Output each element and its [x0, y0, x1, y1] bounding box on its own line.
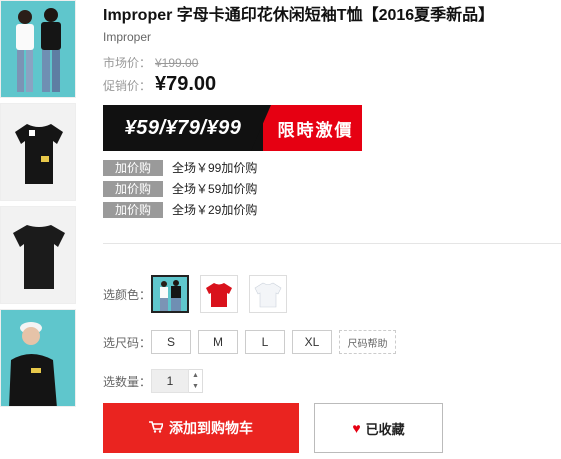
color-selector: 选颜色：	[103, 275, 298, 313]
cart-icon	[149, 420, 165, 436]
promo-price: ¥79.00	[155, 73, 217, 95]
add-to-cart-label: 添加到购物车	[169, 420, 253, 436]
addon-item[interactable]: 加价购 全场￥99加价购	[103, 157, 561, 178]
promo-price-row: 促销价： ¥79.00	[103, 73, 561, 96]
favorite-label: 已收藏	[365, 421, 405, 437]
color-swatch-red[interactable]	[200, 275, 238, 313]
quantity-label: 选数量：	[103, 374, 152, 389]
promo-price-label: 促销价：	[103, 79, 152, 93]
divider	[103, 243, 561, 244]
addon-item[interactable]: 加价购 全场￥59加价购	[103, 178, 561, 199]
chevron-down-icon[interactable]: ▼	[189, 381, 202, 392]
size-label: 选尺码：	[103, 335, 152, 350]
color-swatch-model-photo[interactable]	[151, 275, 189, 313]
quantity-stepper: 1 ▲ ▼	[151, 369, 203, 393]
addon-list: 加价购 全场￥99加价购 加价购 全场￥59加价购 加价购 全场￥29加价购	[103, 157, 561, 220]
thumbnail-list	[0, 0, 76, 412]
size-option-xl[interactable]: XL	[292, 330, 332, 354]
heart-icon: ♥	[352, 420, 361, 436]
addon-text: 全场￥29加价购	[172, 203, 258, 217]
product-page: Improper 字母卡通印花休闲短袖T恤【2016夏季新品】 Improper…	[0, 0, 561, 459]
quantity-arrows: ▲ ▼	[189, 369, 203, 393]
color-label: 选颜色：	[103, 287, 152, 302]
addon-tag: 加价购	[103, 180, 163, 197]
market-price-label: 市场价：	[103, 56, 152, 70]
thumbnail-model-wearing-tshirt[interactable]	[0, 309, 76, 407]
banner-slogan: 限時激價	[263, 105, 362, 151]
market-price: ¥199.00	[155, 56, 199, 70]
quantity-selector: 选数量： 1 ▲ ▼	[103, 369, 203, 393]
size-option-l[interactable]: L	[245, 330, 285, 354]
size-help-button[interactable]: 尺码帮助	[339, 330, 396, 354]
addon-tag: 加价购	[103, 159, 163, 176]
addon-tag: 加价购	[103, 201, 163, 218]
size-selector: 选尺码： S M L XL 尺码帮助	[103, 330, 403, 354]
favorite-button[interactable]: ♥ 已收藏	[314, 403, 443, 453]
banner-slant	[251, 105, 271, 151]
market-price-row: 市场价： ¥199.00	[103, 54, 561, 71]
quantity-input[interactable]: 1	[151, 369, 189, 393]
thumbnail-black-tshirt-front[interactable]	[0, 103, 76, 201]
product-info: Improper 字母卡通印花休闲短袖T恤【2016夏季新品】 Improper…	[103, 0, 561, 220]
thumbnail-couple-photo[interactable]	[0, 0, 76, 98]
addon-text: 全场￥99加价购	[172, 161, 258, 175]
chevron-up-icon[interactable]: ▲	[189, 370, 202, 381]
size-option-s[interactable]: S	[151, 330, 191, 354]
addon-item[interactable]: 加价购 全场￥29加价购	[103, 199, 561, 220]
thumbnail-black-tshirt-back[interactable]	[0, 206, 76, 304]
banner-prices: ¥59/¥79/¥99	[103, 105, 263, 151]
color-swatch-white[interactable]	[249, 275, 287, 313]
product-brand: Improper	[103, 30, 152, 44]
size-option-m[interactable]: M	[198, 330, 238, 354]
promo-banner: ¥59/¥79/¥99 限時激價	[103, 105, 362, 151]
product-title: Improper 字母卡通印花休闲短袖T恤【2016夏季新品】	[103, 7, 495, 24]
addon-text: 全场￥59加价购	[172, 182, 258, 196]
add-to-cart-button[interactable]: 添加到购物车	[103, 403, 299, 453]
